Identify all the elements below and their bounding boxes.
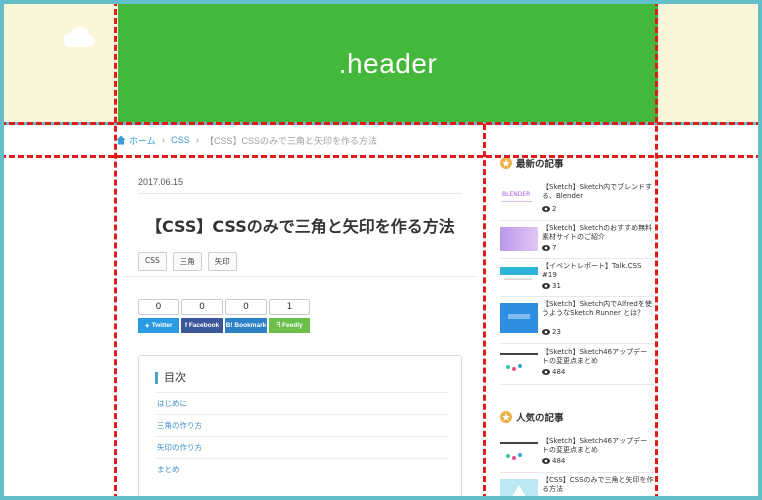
popular-article-item[interactable]: 【Sketch】Sketch46アップデートの変更点まとめ 484 (500, 437, 654, 473)
article-thumbnail (500, 440, 538, 464)
article-link-title[interactable]: 【Sketch】Sketch46アップデートの変更点まとめ (542, 437, 654, 455)
sidebar-divider (500, 258, 654, 259)
twitter-button[interactable]: ✦ Twitter (138, 318, 179, 333)
table-of-contents: 目次 はじめに 三角の作り方 矢印の作り方 まとめ (138, 355, 462, 500)
article-link-title[interactable]: 【Sketch】Sketch46アップデートの変更点まとめ (542, 348, 654, 366)
toc-divider (155, 458, 447, 459)
share-twitter: 0 ✦ Twitter (138, 299, 179, 333)
popular-heading: 人気の記事 (500, 410, 564, 424)
article-thumbnail: BLENDER (500, 186, 538, 210)
tag-css[interactable]: CSS (138, 252, 167, 271)
article-link-title[interactable]: 【イベントレポート】Talk.CSS #19 (542, 262, 654, 280)
toc-title: 目次 (155, 372, 186, 384)
feedly-button[interactable]: ᖷ Feedly (269, 318, 310, 333)
recent-heading: 最新の記事 (500, 156, 564, 170)
article-thumbnail (500, 351, 538, 375)
eye-icon (542, 206, 550, 212)
sidebar-divider (500, 472, 654, 473)
view-count: 484 (542, 368, 565, 376)
sidebar-divider (500, 296, 654, 297)
cloud-icon (63, 27, 95, 47)
article-thumbnail (500, 227, 538, 251)
svg-text:BLENDER: BLENDER (502, 191, 530, 198)
tags-divider (122, 276, 478, 277)
star-badge-icon (500, 157, 512, 169)
guide-line-breadcrumb (0, 155, 762, 158)
article-thumbnail (500, 303, 538, 333)
star-badge-icon (500, 411, 512, 423)
article-thumbnail (500, 265, 538, 289)
toc-item[interactable]: はじめに (157, 398, 187, 409)
recent-article-item[interactable]: 【Sketch】Sketch46アップデートの変更点まとめ 484 (500, 348, 654, 384)
article-link-title[interactable]: 【CSS】CSSのみで三角と矢印を作る方法 (542, 476, 654, 494)
header-box: .header (118, 4, 658, 123)
share-feedly: 1 ᖷ Feedly (269, 299, 310, 333)
breadcrumb-current: 【CSS】CSSのみで三角と矢印を作る方法 (204, 135, 377, 146)
breadcrumb-home-link[interactable]: ホーム (129, 134, 156, 147)
toc-item[interactable]: まとめ (157, 464, 180, 475)
article-title: 【CSS】CSSのみで三角と矢印を作る方法 (146, 217, 455, 236)
view-count: 2 (542, 205, 556, 213)
eye-icon (542, 245, 550, 251)
view-count: 7 (542, 244, 556, 252)
tag-list: CSS 三角 矢印 (138, 252, 237, 271)
recent-article-item[interactable]: BLENDER 【Sketch】Sketch内でブレンドする、Blender 2 (500, 183, 654, 219)
chevron-right-icon: › (161, 134, 166, 146)
eye-icon (542, 329, 550, 335)
share-buttons: 0 ✦ Twitter 0 f Facebook 0 B! Bookmark 1… (138, 299, 310, 333)
sidebar-divider (500, 343, 654, 344)
toc-item[interactable]: 三角の作り方 (157, 420, 202, 431)
home-icon (116, 135, 126, 145)
tag-triangle[interactable]: 三角 (172, 252, 202, 271)
article-link-title[interactable]: 【Sketch】Sketch内でブレンドする、Blender (542, 183, 654, 201)
view-count: 484 (542, 457, 565, 465)
share-hatena: 0 B! Bookmark (225, 299, 267, 333)
recent-article-item[interactable]: 【Sketch】Sketch内でAlfredを使うようなSketch Runne… (500, 300, 654, 336)
recent-article-item[interactable]: 【Sketch】Sketchのおすすめ無料素材サイトのご紹介 7 (500, 224, 654, 260)
share-facebook: 0 f Facebook (181, 299, 223, 333)
sidebar: 最新の記事 BLENDER 【Sketch】Sketch内でブレンドする、Ble… (492, 152, 654, 500)
article-date: 2017.06.15 (138, 177, 184, 187)
eye-icon (542, 458, 550, 464)
share-count-facebook: 0 (181, 299, 223, 315)
recent-article-item[interactable]: 【イベントレポート】Talk.CSS #19 31 (500, 262, 654, 298)
facebook-button[interactable]: f Facebook (181, 318, 223, 333)
popular-article-item[interactable]: 【CSS】CSSのみで三角と矢印を作る方法 (500, 476, 654, 500)
article-link-title[interactable]: 【Sketch】Sketchのおすすめ無料素材サイトのご紹介 (542, 224, 654, 242)
toc-divider (155, 392, 447, 393)
hatena-bookmark-button[interactable]: B! Bookmark (225, 318, 267, 333)
share-count-twitter: 0 (138, 299, 179, 315)
share-count-feedly: 1 (269, 299, 310, 315)
article-link-title[interactable]: 【Sketch】Sketch内でAlfredを使うようなSketch Runne… (542, 300, 654, 318)
article-thumbnail (500, 479, 538, 500)
breadcrumb-category-link[interactable]: CSS (171, 135, 190, 145)
sidebar-divider (500, 384, 654, 385)
view-count: 23 (542, 328, 561, 336)
toc-divider (155, 414, 447, 415)
eye-icon (542, 283, 550, 289)
tag-arrow[interactable]: 矢印 (207, 252, 237, 271)
view-count: 31 (542, 282, 561, 290)
guide-line-right (655, 0, 658, 500)
guide-line-top (0, 122, 762, 125)
chevron-right-icon: › (195, 134, 199, 146)
twitter-icon: ✦ (144, 322, 152, 330)
date-divider (138, 193, 462, 194)
toc-divider (155, 436, 447, 437)
article-card: 2017.06.15 【CSS】CSSのみで三角と矢印を作る方法 CSS 三角 … (122, 160, 478, 500)
share-count-hatena: 0 (225, 299, 267, 315)
eye-icon (542, 369, 550, 375)
header-label: .header (338, 47, 438, 79)
guide-line-left (114, 0, 117, 500)
sidebar-divider (500, 220, 654, 221)
guide-line-sidebar (483, 124, 486, 500)
toc-item[interactable]: 矢印の作り方 (157, 442, 202, 453)
breadcrumb: ホーム › CSS › 【CSS】CSSのみで三角と矢印を作る方法 (116, 133, 377, 147)
